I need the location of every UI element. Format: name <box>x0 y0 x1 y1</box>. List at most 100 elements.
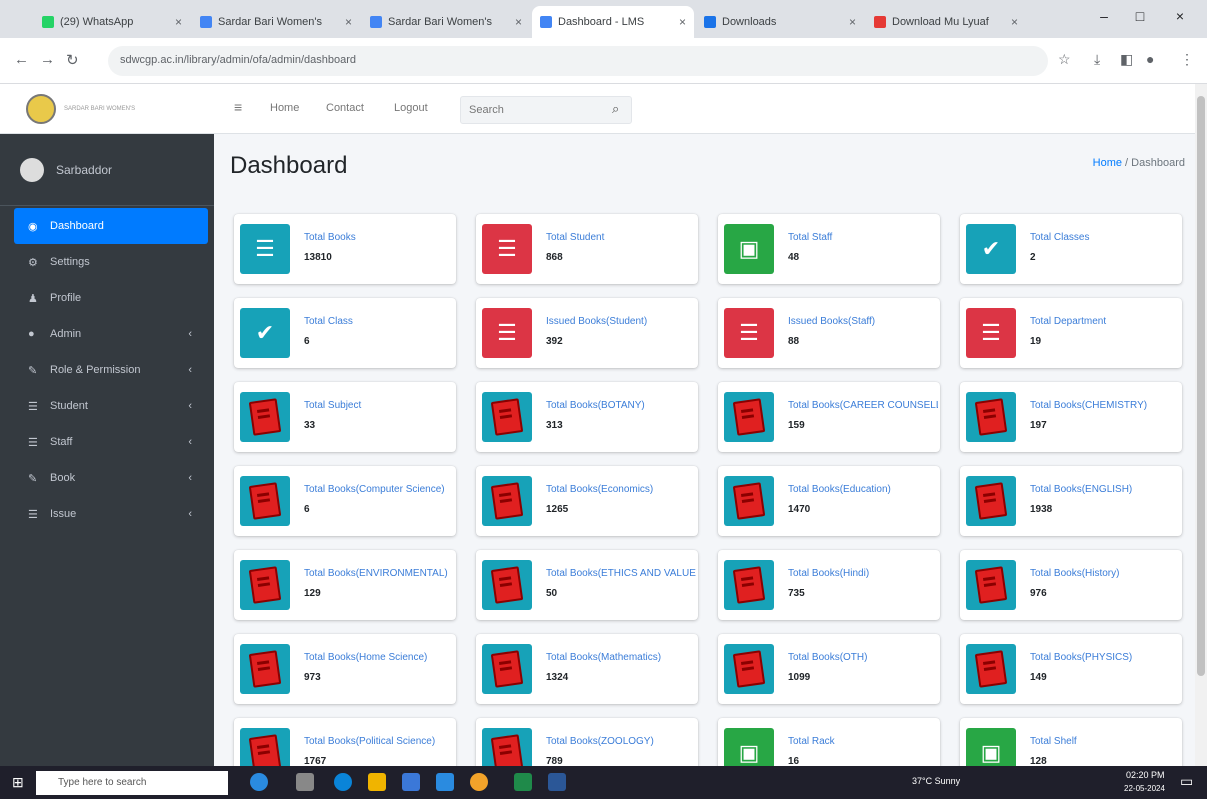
browser-tab[interactable]: Sardar Bari Women's × <box>192 6 360 38</box>
stat-card[interactable]: ☰ Issued Books(Staff) 88 <box>718 298 940 368</box>
stat-card-label[interactable]: Total Rack <box>788 736 938 747</box>
stat-card[interactable]: Total Books(ENGLISH) 1938 <box>960 466 1182 536</box>
file-explorer-icon[interactable] <box>368 773 386 791</box>
stat-card[interactable]: Total Books(History) 976 <box>960 550 1182 620</box>
nav-contact-link[interactable]: Contact <box>326 102 364 114</box>
stat-card[interactable]: Total Books(BOTANY) 313 <box>476 382 698 452</box>
stat-card[interactable]: Total Books(Mathematics) 1324 <box>476 634 698 704</box>
stat-card[interactable]: ▣ Total Staff 48 <box>718 214 940 284</box>
stat-card-label[interactable]: Total Books(Economics) <box>546 484 696 495</box>
stat-card-label[interactable]: Total Classes <box>1030 232 1180 243</box>
stat-card[interactable]: Total Books(Education) 1470 <box>718 466 940 536</box>
chrome-icon[interactable] <box>470 773 488 791</box>
stat-card-label[interactable]: Total Books(ETHICS AND VALUES) <box>546 568 696 579</box>
weather-text[interactable]: 37°C Sunny <box>912 776 960 786</box>
stat-card[interactable]: ☰ Total Student 868 <box>476 214 698 284</box>
stat-card[interactable]: Total Books(CHEMISTRY) 197 <box>960 382 1182 452</box>
search-icon[interactable]: ⌕ <box>612 101 619 117</box>
stat-card[interactable]: ✔ Total Classes 2 <box>960 214 1182 284</box>
scrollbar-thumb[interactable] <box>1197 96 1205 676</box>
close-icon[interactable]: × <box>175 15 182 29</box>
page-scrollbar[interactable] <box>1195 84 1207 766</box>
close-icon[interactable]: × <box>515 15 522 29</box>
stat-card-label[interactable]: Total Books(ZOOLOGY) <box>546 736 696 747</box>
close-icon[interactable]: × <box>1011 15 1018 29</box>
stat-card-label[interactable]: Total Department <box>1030 316 1180 327</box>
brand-logo[interactable]: SARDAR BARI WOMEN'S <box>0 84 214 134</box>
more-icon[interactable]: ⋮ <box>1180 51 1194 68</box>
stat-card-label[interactable]: Total Books(Computer Science) <box>304 484 454 495</box>
browser-tab-active[interactable]: Dashboard - LMS × <box>532 6 694 38</box>
browser-tab[interactable]: Downloads × <box>696 6 864 38</box>
stat-card[interactable]: ☰ Total Books 13810 <box>234 214 456 284</box>
browser-tab[interactable]: (29) WhatsApp × <box>34 6 190 38</box>
stat-card[interactable]: ☰ Total Department 19 <box>960 298 1182 368</box>
stat-card[interactable]: Total Books(Hindi) 735 <box>718 550 940 620</box>
maximize-icon[interactable]: □ <box>1126 8 1154 24</box>
stat-card-label[interactable]: Total Shelf <box>1030 736 1180 747</box>
stat-card[interactable]: ☰ Issued Books(Student) 392 <box>476 298 698 368</box>
stat-card-label[interactable]: Total Books <box>304 232 454 243</box>
edge-icon[interactable] <box>334 773 352 791</box>
stat-card-label[interactable]: Total Books(CHEMISTRY) <box>1030 400 1180 411</box>
sidebar-item-dashboard[interactable]: ◉ Dashboard <box>14 208 208 244</box>
windows-start-icon[interactable]: ⊞ <box>12 774 24 791</box>
stat-card-label[interactable]: Total Books(ENVIRONMENTAL) <box>304 568 454 579</box>
stat-card[interactable]: Total Books(CAREER COUNSELLING) 159 <box>718 382 940 452</box>
stat-card-label[interactable]: Issued Books(Student) <box>546 316 696 327</box>
clock-time[interactable]: 02:20 PM <box>1126 770 1165 780</box>
profile-icon[interactable]: ● <box>1146 51 1154 67</box>
sidebar-item-role-permission[interactable]: ✎ Role & Permission ‹ <box>0 352 208 388</box>
stat-card[interactable]: Total Books(ENVIRONMENTAL) 129 <box>234 550 456 620</box>
close-icon[interactable]: × <box>679 15 686 29</box>
search-input[interactable]: Search <box>460 96 632 124</box>
word-icon[interactable] <box>548 773 566 791</box>
stat-card-label[interactable]: Total Class <box>304 316 454 327</box>
task-view-icon[interactable] <box>296 773 314 791</box>
sidebar-item-settings[interactable]: ⚙ Settings <box>0 244 208 280</box>
url-input[interactable]: sdwcgp.ac.in/library/admin/ofa/admin/das… <box>108 46 1048 76</box>
stat-card[interactable]: Total Books(PHYSICS) 149 <box>960 634 1182 704</box>
close-icon[interactable]: × <box>345 15 352 29</box>
stat-card-label[interactable]: Total Subject <box>304 400 454 411</box>
taskbar-search-input[interactable]: Type here to search <box>36 771 228 795</box>
stat-card[interactable]: Total Books(ETHICS AND VALUES) 50 <box>476 550 698 620</box>
stat-card-label[interactable]: Total Books(OTH) <box>788 652 938 663</box>
stat-card-label[interactable]: Total Books(Hindi) <box>788 568 938 579</box>
globe-icon[interactable] <box>250 773 268 791</box>
forward-icon[interactable]: → <box>40 51 55 68</box>
mail-icon[interactable] <box>436 773 454 791</box>
sidebar-item-profile[interactable]: ♟ Profile <box>0 280 208 316</box>
stat-card-label[interactable]: Total Books(Home Science) <box>304 652 454 663</box>
clock-date[interactable]: 22-05-2024 <box>1124 784 1165 793</box>
stat-card[interactable]: Total Books(Economics) 1265 <box>476 466 698 536</box>
sidepanel-icon[interactable]: ◧ <box>1120 51 1133 68</box>
stat-card-label[interactable]: Total Books(BOTANY) <box>546 400 696 411</box>
stat-card[interactable]: Total Books(OTH) 1099 <box>718 634 940 704</box>
excel-icon[interactable] <box>514 773 532 791</box>
nav-logout-link[interactable]: Logout <box>394 102 428 114</box>
notification-icon[interactable]: ▭ <box>1180 773 1193 790</box>
stat-card[interactable]: Total Subject 33 <box>234 382 456 452</box>
sidebar-item-student[interactable]: ☰ Student ‹ <box>0 388 208 424</box>
close-icon[interactable]: × <box>849 15 856 29</box>
stat-card-label[interactable]: Total Books(Political Science) <box>304 736 454 747</box>
stat-card-label[interactable]: Total Books(History) <box>1030 568 1180 579</box>
back-icon[interactable]: ← <box>14 51 29 68</box>
download-icon[interactable]: ⤓ <box>1094 51 1100 68</box>
store-icon[interactable] <box>402 773 420 791</box>
browser-tab[interactable]: Sardar Bari Women's × <box>362 6 530 38</box>
stat-card-label[interactable]: Issued Books(Staff) <box>788 316 938 327</box>
reload-icon[interactable]: ↻ <box>66 51 79 69</box>
stat-card-label[interactable]: Total Books(Education) <box>788 484 938 495</box>
stat-card-label[interactable]: Total Student <box>546 232 696 243</box>
close-window-icon[interactable]: × <box>1166 8 1194 24</box>
nav-home-link[interactable]: Home <box>270 102 299 114</box>
stat-card-label[interactable]: Total Staff <box>788 232 938 243</box>
browser-tab[interactable]: Download Mu Lyuaf × <box>866 6 1026 38</box>
star-icon[interactable]: ☆ <box>1058 51 1071 68</box>
user-panel[interactable]: Sarbaddor <box>0 134 214 206</box>
stat-card-label[interactable]: Total Books(CAREER COUNSELLING) <box>788 400 938 411</box>
sidebar-item-book[interactable]: ✎ Book ‹ <box>0 460 208 496</box>
menu-toggle-icon[interactable]: ≡ <box>234 99 242 115</box>
